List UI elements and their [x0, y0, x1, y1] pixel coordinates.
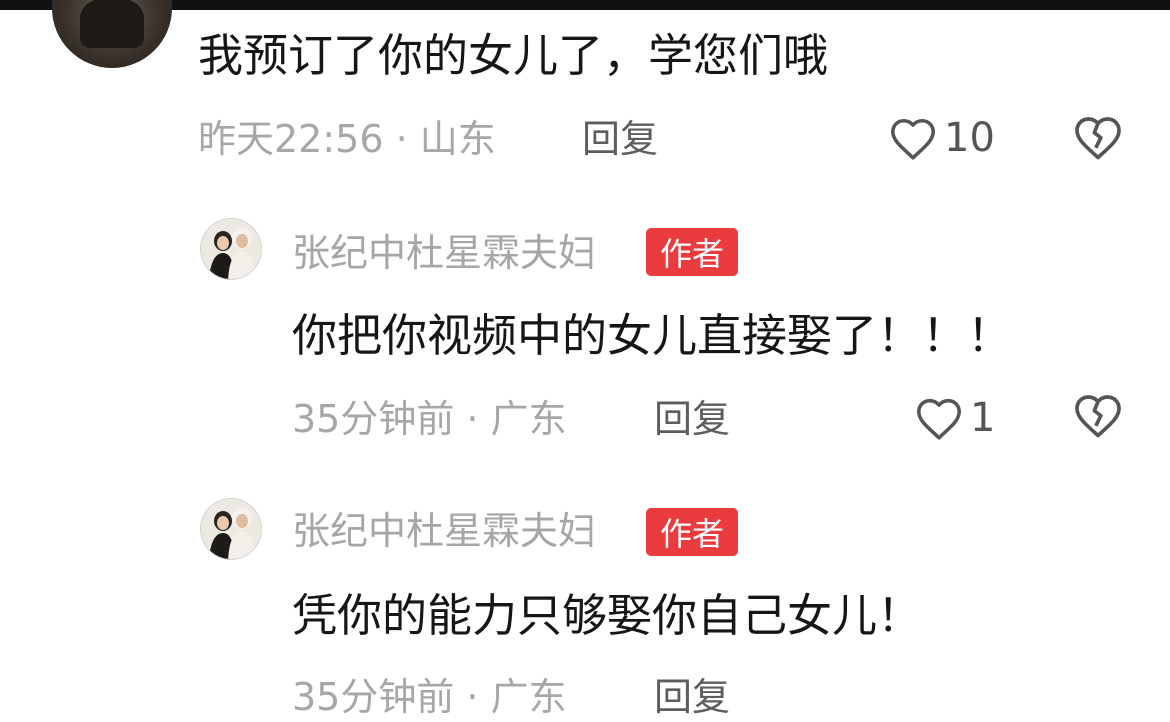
comment-1-dislike-button[interactable] [1072, 112, 1124, 166]
comment-2-author-badge: 作者 [646, 228, 738, 276]
comment-1-text: 我预订了你的女儿了，学您们哦 [198, 29, 829, 82]
comment-2-text: 你把你视频中的女儿直接娶了！！！ [292, 309, 1013, 362]
comment-3-text: 凭你的能力只够娶你自己女儿！ [292, 589, 923, 642]
couple-photo-icon [201, 499, 261, 559]
couple-photo-icon [201, 219, 261, 279]
commenter-avatar[interactable] [52, 0, 172, 68]
comment-2-like-button[interactable]: 1 [914, 390, 995, 446]
top-edge-bar [0, 0, 1170, 10]
comment-2-like-count: 1 [970, 395, 996, 441]
comment-2-time-location: 35分钟前 · 广东 [292, 397, 567, 441]
comment-2-reply-button[interactable]: 回复 [654, 394, 730, 444]
comment-3-author-badge: 作者 [646, 508, 738, 556]
broken-heart-icon [1075, 117, 1121, 160]
comment-1-like-button[interactable]: 10 [888, 110, 995, 166]
comment-2-username[interactable]: 张纪中杜星霖夫妇 [292, 228, 596, 278]
comment-3-time-location-partial: 35分钟前 · 广东 [292, 675, 567, 719]
comment-3-username[interactable]: 张纪中杜星霖夫妇 [292, 506, 596, 556]
comment-1-reply-button[interactable]: 回复 [582, 114, 658, 164]
comment-3-reply-button[interactable]: 回复 [654, 672, 730, 722]
comment-2-dislike-button[interactable] [1072, 390, 1124, 444]
author-avatar[interactable] [200, 498, 262, 560]
author-avatar[interactable] [200, 218, 262, 280]
comment-1-time-location: 昨天22:56 · 山东 [198, 117, 496, 161]
avatar-figure [80, 0, 144, 48]
broken-heart-icon [1075, 395, 1121, 438]
heart-outline-icon [917, 398, 961, 440]
heart-outline-icon [891, 118, 935, 160]
comment-1-like-count: 10 [944, 115, 995, 161]
